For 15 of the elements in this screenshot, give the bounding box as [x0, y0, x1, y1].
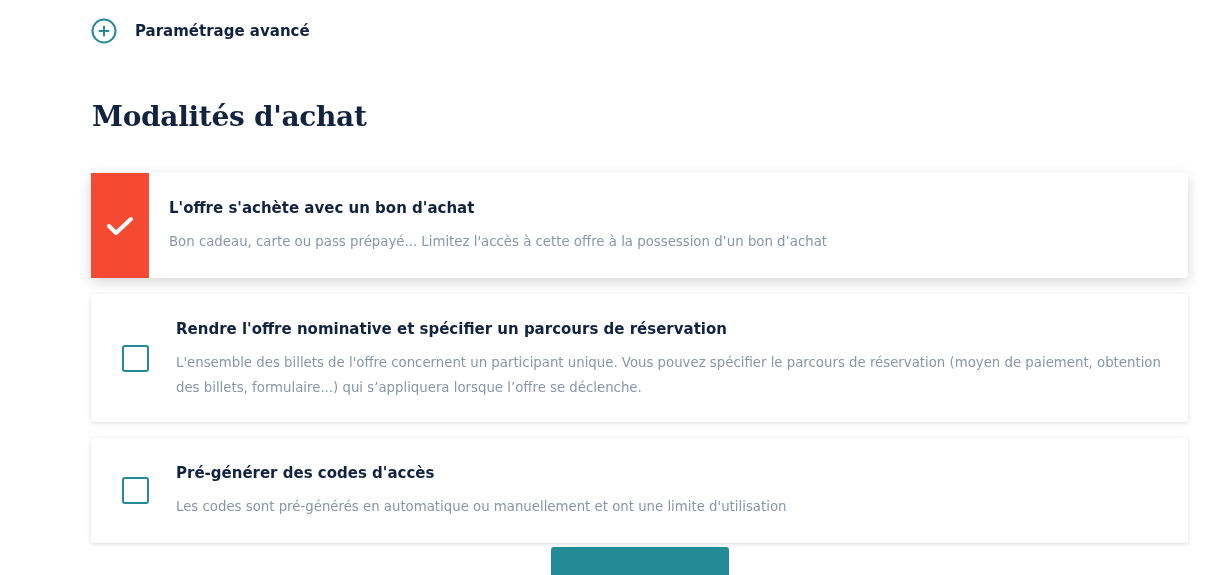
option-card[interactable]: [91, 294, 1188, 422]
option-title: Pré-générer des codes d'accès: [176, 464, 436, 482]
checkbox[interactable]: [122, 344, 149, 372]
option-title: L'offre s'achète avec un bon d'achat: [169, 199, 476, 217]
checkbox[interactable]: [91, 173, 149, 278]
section-title: Modalités d'achat: [92, 100, 368, 133]
advanced-settings-toggle[interactable]: Paramétrage avancé: [91, 18, 310, 44]
option-card[interactable]: L'offre s'achète avec un bon d'achat Bon cadeau, carte ou pass prépayé... Limitez l'accès à cette offre à la possession d’un bon d’achat: [91, 173, 1188, 278]
option-description: Bon cadeau, carte ou pass prépayé... Limitez l'accès à cette offre à la possession d’un bon d’achat: [169, 233, 828, 251]
check-icon: [105, 214, 135, 237]
option-title: Rendre l'offre nominative et spécifier un parcours de réservation: [176, 320, 728, 338]
option-description: Les codes sont pré-générés en automatique ou manuellement et ont une limite d'utilisation: [176, 498, 787, 516]
option-description: L'ensemble des billets de l'offre concernent un participant unique. Vous pouvez spécifier le parcours de réservation (moyen de paiement, obtention des billets, formulaire...) qui s’appliquera lorsque l’offre se déclenche.: [176, 354, 1162, 397]
option-card[interactable]: Pré-générer des codes d'accès Les codes sont pré-générés en automatique ou manuellement et ont une limite d'utilisation: [91, 438, 1188, 543]
checkbox[interactable]: [122, 477, 149, 504]
